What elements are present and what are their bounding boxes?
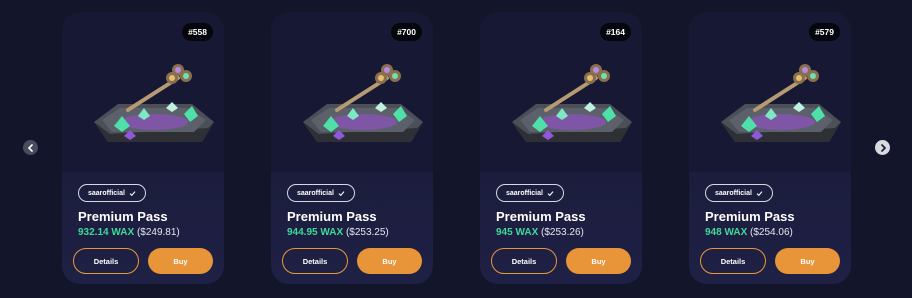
check-icon xyxy=(756,190,763,196)
creator-tag[interactable]: saarofficial xyxy=(287,184,355,202)
premium-pass-image xyxy=(721,64,841,142)
check-icon xyxy=(547,190,554,196)
details-button[interactable]: Details xyxy=(700,248,766,274)
premium-pass-image xyxy=(512,64,632,142)
price: 945 WAX ($253.26) xyxy=(496,227,584,238)
card-title: Premium Pass xyxy=(287,209,377,224)
carousel-prev-button[interactable] xyxy=(23,140,38,155)
card-title: Premium Pass xyxy=(496,209,586,224)
nft-card[interactable]: #700 saarofficial Premium Pass 944.95 WA… xyxy=(271,12,433,284)
mint-number-badge: #558 xyxy=(182,23,213,41)
creator-tag[interactable]: saarofficial xyxy=(78,184,146,202)
creator-tag[interactable]: saarofficial xyxy=(705,184,773,202)
mint-number-badge: #164 xyxy=(600,23,631,41)
price: 932.14 WAX ($249.81) xyxy=(78,227,180,238)
creator-name: saarofficial xyxy=(88,189,125,197)
price-usd: ($249.81) xyxy=(136,227,180,238)
price-wax: 945 WAX xyxy=(496,227,539,238)
buy-button[interactable]: Buy xyxy=(775,248,840,274)
price-wax: 948 WAX xyxy=(705,227,748,238)
check-icon xyxy=(129,190,136,196)
price: 944.95 WAX ($253.25) xyxy=(287,227,389,238)
details-button[interactable]: Details xyxy=(491,248,557,274)
nft-card[interactable]: #164 saarofficial Premium Pass 945 WAX (… xyxy=(480,12,642,284)
mint-number-badge: #700 xyxy=(391,23,422,41)
nft-carousel: #558 saarofficial Premium Pass 932.14 WA… xyxy=(0,0,912,298)
creator-name: saarofficial xyxy=(506,189,543,197)
carousel-next-button[interactable] xyxy=(875,140,890,155)
check-icon xyxy=(338,190,345,196)
price-usd: ($253.26) xyxy=(541,227,584,238)
details-button[interactable]: Details xyxy=(73,248,139,274)
buy-button[interactable]: Buy xyxy=(148,248,213,274)
creator-tag[interactable]: saarofficial xyxy=(496,184,564,202)
nft-card[interactable]: #558 saarofficial Premium Pass 932.14 WA… xyxy=(62,12,224,284)
buy-button[interactable]: Buy xyxy=(357,248,422,274)
price-wax: 932.14 WAX xyxy=(78,227,135,238)
creator-name: saarofficial xyxy=(715,189,752,197)
buy-button[interactable]: Buy xyxy=(566,248,631,274)
nft-card[interactable]: #579 saarofficial Premium Pass 948 WAX (… xyxy=(689,12,851,284)
premium-pass-image xyxy=(94,64,214,142)
card-title: Premium Pass xyxy=(705,209,795,224)
premium-pass-image xyxy=(303,64,423,142)
mint-number-badge: #579 xyxy=(809,23,840,41)
chevron-right-icon xyxy=(880,143,886,152)
price: 948 WAX ($254.06) xyxy=(705,227,793,238)
details-button[interactable]: Details xyxy=(282,248,348,274)
price-wax: 944.95 WAX xyxy=(287,227,344,238)
price-usd: ($254.06) xyxy=(750,227,793,238)
chevron-left-icon xyxy=(27,143,33,152)
card-title: Premium Pass xyxy=(78,209,168,224)
creator-name: saarofficial xyxy=(297,189,334,197)
price-usd: ($253.25) xyxy=(345,227,389,238)
